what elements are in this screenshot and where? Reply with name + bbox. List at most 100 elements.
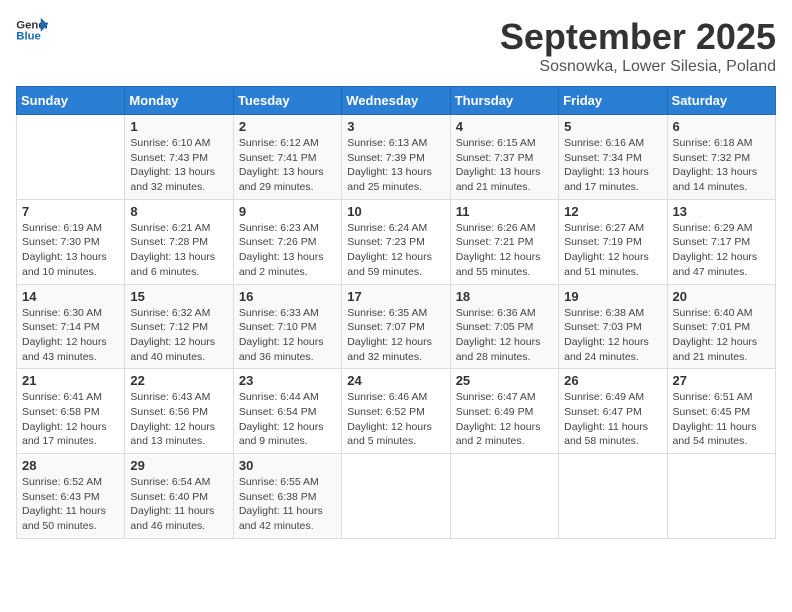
- calendar-day-cell: 7Sunrise: 6:19 AMSunset: 7:30 PMDaylight…: [17, 199, 125, 284]
- weekday-header-cell: Tuesday: [233, 87, 341, 115]
- calendar-day-cell: 15 Sunrise: 6:32 AMSunset: 7:12 PMDayligh…: [125, 284, 233, 369]
- calendar-day-cell: 11Sunrise: 6:26 AMSunset: 7:21 PMDayligh…: [450, 199, 558, 284]
- day-detail: Sunrise: 6:40 AMSunset: 7:01 PMDaylight:…: [673, 306, 770, 365]
- calendar-week-row: 1 Sunrise: 6:10 AMSunset: 7:43 PMDaylight…: [17, 115, 776, 200]
- weekday-header-cell: Monday: [125, 87, 233, 115]
- logo-icon: General Blue: [16, 16, 48, 44]
- day-number: 12: [564, 204, 661, 219]
- weekday-header-cell: Thursday: [450, 87, 558, 115]
- day-number: 3: [347, 119, 444, 134]
- calendar-day-cell: 27 Sunrise: 6:51 AMSunset: 6:45 PMDayligh…: [667, 369, 775, 454]
- calendar-day-cell: 8 Sunrise: 6:21 AMSunset: 7:28 PMDaylight…: [125, 199, 233, 284]
- day-detail: Sunrise: 6:52 AMSunset: 6:43 PMDaylight:…: [22, 475, 119, 534]
- day-number: 16: [239, 289, 336, 304]
- day-detail: Sunrise: 6:12 AMSunset: 7:41 PMDaylight:…: [239, 136, 336, 195]
- calendar-day-cell: 14 Sunrise: 6:30 AMSunset: 7:14 PMDayligh…: [17, 284, 125, 369]
- day-number: 1: [130, 119, 227, 134]
- calendar-day-cell: 17Sunrise: 6:35 AMSunset: 7:07 PMDayligh…: [342, 284, 450, 369]
- day-number: 27: [673, 373, 770, 388]
- day-number: 29: [130, 458, 227, 473]
- day-number: 23: [239, 373, 336, 388]
- calendar-day-cell: [559, 454, 667, 539]
- calendar-day-cell: 16 Sunrise: 6:33 AMSunset: 7:10 PMDayligh…: [233, 284, 341, 369]
- calendar-week-row: 21 Sunrise: 6:41 AMSunset: 6:58 PMDayligh…: [17, 369, 776, 454]
- day-number: 24: [347, 373, 444, 388]
- calendar-day-cell: 9 Sunrise: 6:23 AMSunset: 7:26 PMDaylight…: [233, 199, 341, 284]
- weekday-header-cell: Saturday: [667, 87, 775, 115]
- day-number: 20: [673, 289, 770, 304]
- day-detail: Sunrise: 6:16 AMSunset: 7:34 PMDaylight:…: [564, 136, 661, 195]
- day-detail: Sunrise: 6:55 AMSunset: 6:38 PMDaylight:…: [239, 475, 336, 534]
- day-detail: Sunrise: 6:51 AMSunset: 6:45 PMDaylight:…: [673, 390, 770, 449]
- svg-text:Blue: Blue: [16, 31, 41, 43]
- day-number: 8: [130, 204, 227, 219]
- calendar-week-row: 7Sunrise: 6:19 AMSunset: 7:30 PMDaylight…: [17, 199, 776, 284]
- day-number: 26: [564, 373, 661, 388]
- calendar-day-cell: 24 Sunrise: 6:46 AMSunset: 6:52 PMDayligh…: [342, 369, 450, 454]
- day-detail: Sunrise: 6:49 AMSunset: 6:47 PMDaylight:…: [564, 390, 661, 449]
- calendar-day-cell: 29Sunrise: 6:54 AMSunset: 6:40 PMDayligh…: [125, 454, 233, 539]
- calendar-day-cell: 10 Sunrise: 6:24 AMSunset: 7:23 PMDayligh…: [342, 199, 450, 284]
- day-detail: Sunrise: 6:38 AMSunset: 7:03 PMDaylight:…: [564, 306, 661, 365]
- day-detail: Sunrise: 6:21 AMSunset: 7:28 PMDaylight:…: [130, 221, 227, 280]
- day-detail: Sunrise: 6:15 AMSunset: 7:37 PMDaylight:…: [456, 136, 553, 195]
- day-detail: Sunrise: 6:46 AMSunset: 6:52 PMDaylight:…: [347, 390, 444, 449]
- day-number: 9: [239, 204, 336, 219]
- calendar-week-row: 28 Sunrise: 6:52 AMSunset: 6:43 PMDayligh…: [17, 454, 776, 539]
- day-number: 10: [347, 204, 444, 219]
- day-detail: Sunrise: 6:41 AMSunset: 6:58 PMDaylight:…: [22, 390, 119, 449]
- location-title: Sosnowka, Lower Silesia, Poland: [500, 58, 776, 76]
- day-number: 21: [22, 373, 119, 388]
- calendar-day-cell: 19 Sunrise: 6:38 AMSunset: 7:03 PMDayligh…: [559, 284, 667, 369]
- calendar-day-cell: 25 Sunrise: 6:47 AMSunset: 6:49 PMDayligh…: [450, 369, 558, 454]
- day-number: 19: [564, 289, 661, 304]
- calendar-day-cell: 2 Sunrise: 6:12 AMSunset: 7:41 PMDaylight…: [233, 115, 341, 200]
- calendar-day-cell: 28 Sunrise: 6:52 AMSunset: 6:43 PMDayligh…: [17, 454, 125, 539]
- day-number: 5: [564, 119, 661, 134]
- weekday-header-cell: Sunday: [17, 87, 125, 115]
- calendar-day-cell: 4Sunrise: 6:15 AMSunset: 7:37 PMDaylight…: [450, 115, 558, 200]
- calendar-day-cell: 6Sunrise: 6:18 AMSunset: 7:32 PMDaylight…: [667, 115, 775, 200]
- day-detail: Sunrise: 6:35 AMSunset: 7:07 PMDaylight:…: [347, 306, 444, 365]
- day-number: 14: [22, 289, 119, 304]
- day-detail: Sunrise: 6:36 AMSunset: 7:05 PMDaylight:…: [456, 306, 553, 365]
- calendar-day-cell: 26 Sunrise: 6:49 AMSunset: 6:47 PMDayligh…: [559, 369, 667, 454]
- calendar-day-cell: 30 Sunrise: 6:55 AMSunset: 6:38 PMDayligh…: [233, 454, 341, 539]
- day-detail: Sunrise: 6:26 AMSunset: 7:21 PMDaylight:…: [456, 221, 553, 280]
- calendar-day-cell: 21 Sunrise: 6:41 AMSunset: 6:58 PMDayligh…: [17, 369, 125, 454]
- calendar-day-cell: 13 Sunrise: 6:29 AMSunset: 7:17 PMDayligh…: [667, 199, 775, 284]
- calendar-day-cell: [17, 115, 125, 200]
- calendar-day-cell: 22Sunrise: 6:43 AMSunset: 6:56 PMDayligh…: [125, 369, 233, 454]
- day-detail: Sunrise: 6:44 AMSunset: 6:54 PMDaylight:…: [239, 390, 336, 449]
- weekday-header-cell: Friday: [559, 87, 667, 115]
- day-number: 30: [239, 458, 336, 473]
- day-detail: Sunrise: 6:10 AMSunset: 7:43 PMDaylight:…: [130, 136, 227, 195]
- day-detail: Sunrise: 6:24 AMSunset: 7:23 PMDaylight:…: [347, 221, 444, 280]
- day-number: 2: [239, 119, 336, 134]
- day-number: 25: [456, 373, 553, 388]
- day-detail: Sunrise: 6:47 AMSunset: 6:49 PMDaylight:…: [456, 390, 553, 449]
- calendar-day-cell: [450, 454, 558, 539]
- day-detail: Sunrise: 6:23 AMSunset: 7:26 PMDaylight:…: [239, 221, 336, 280]
- day-number: 7: [22, 204, 119, 219]
- day-detail: Sunrise: 6:30 AMSunset: 7:14 PMDaylight:…: [22, 306, 119, 365]
- weekday-header-cell: Wednesday: [342, 87, 450, 115]
- day-detail: Sunrise: 6:33 AMSunset: 7:10 PMDaylight:…: [239, 306, 336, 365]
- calendar-day-cell: 23 Sunrise: 6:44 AMSunset: 6:54 PMDayligh…: [233, 369, 341, 454]
- calendar-week-row: 14 Sunrise: 6:30 AMSunset: 7:14 PMDayligh…: [17, 284, 776, 369]
- day-detail: Sunrise: 6:13 AMSunset: 7:39 PMDaylight:…: [347, 136, 444, 195]
- calendar-day-cell: [667, 454, 775, 539]
- day-number: 15: [130, 289, 227, 304]
- calendar-day-cell: 18Sunrise: 6:36 AMSunset: 7:05 PMDayligh…: [450, 284, 558, 369]
- day-detail: Sunrise: 6:43 AMSunset: 6:56 PMDaylight:…: [130, 390, 227, 449]
- calendar-day-cell: 12Sunrise: 6:27 AMSunset: 7:19 PMDayligh…: [559, 199, 667, 284]
- calendar-table: SundayMondayTuesdayWednesdayThursdayFrid…: [16, 86, 776, 539]
- day-detail: Sunrise: 6:32 AMSunset: 7:12 PMDaylight:…: [130, 306, 227, 365]
- month-title: September 2025: [500, 16, 776, 58]
- day-detail: Sunrise: 6:29 AMSunset: 7:17 PMDaylight:…: [673, 221, 770, 280]
- day-number: 28: [22, 458, 119, 473]
- logo: General Blue: [16, 16, 48, 44]
- page-header: General Blue September 2025 Sosnowka, Lo…: [16, 16, 776, 76]
- day-number: 13: [673, 204, 770, 219]
- day-detail: Sunrise: 6:18 AMSunset: 7:32 PMDaylight:…: [673, 136, 770, 195]
